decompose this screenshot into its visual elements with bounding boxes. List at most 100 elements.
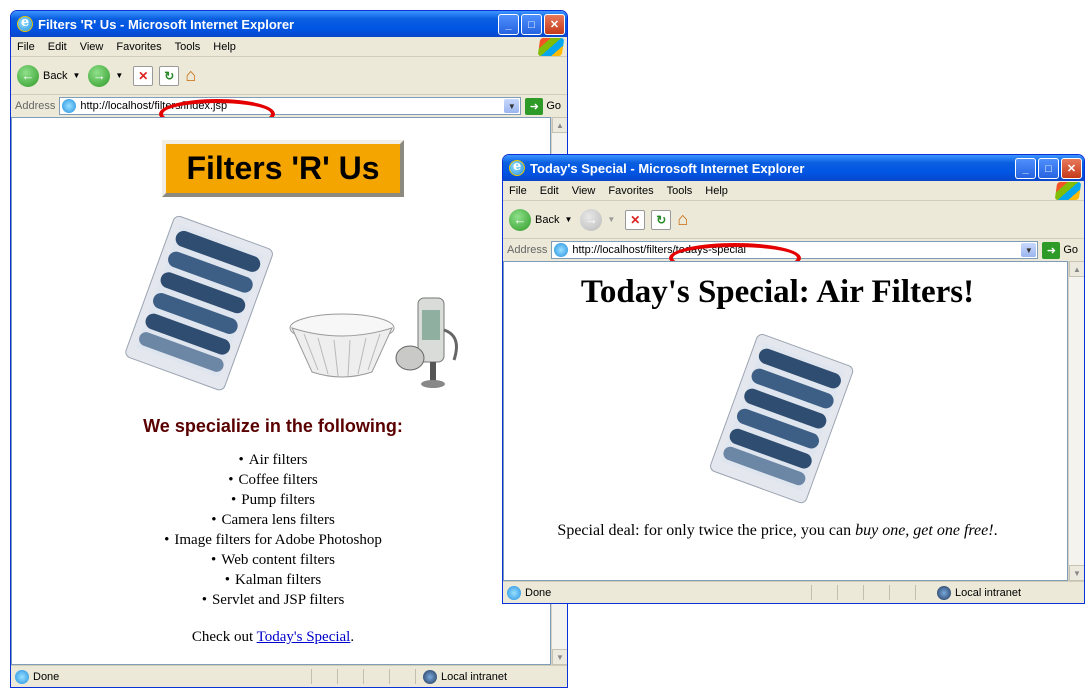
menu-favorites[interactable]: Favorites	[116, 41, 161, 53]
forward-arrow-icon[interactable]: →	[88, 64, 111, 87]
status-divider	[889, 585, 890, 600]
checkout-line: Check out Today's Special.	[12, 629, 534, 646]
back-dropdown-icon[interactable]: ▼	[564, 215, 572, 224]
address-label: Address	[507, 244, 548, 256]
address-dropdown-icon[interactable]: ▼	[1021, 243, 1037, 257]
maximize-button[interactable]: □	[1038, 158, 1059, 179]
window-title: Today's Special - Microsoft Internet Exp…	[530, 160, 805, 176]
menu-file[interactable]: File	[509, 185, 527, 197]
menu-help[interactable]: Help	[705, 185, 728, 197]
menu-view[interactable]: View	[572, 185, 596, 197]
status-text: Done	[33, 670, 60, 683]
status-divider	[915, 585, 916, 600]
close-button[interactable]: ✕	[1061, 158, 1082, 179]
menu-tools[interactable]: Tools	[175, 41, 201, 53]
page-icon	[507, 585, 521, 600]
list-item: Web content filters	[12, 550, 534, 570]
browser-window-filters: Filters 'R' Us - Microsoft Internet Expl…	[10, 10, 568, 688]
checkout-prefix: Check out	[191, 629, 254, 645]
forward-dropdown-icon[interactable]: ▼	[607, 215, 615, 224]
specialties-heading: We specialize in the following:	[143, 416, 403, 436]
status-bar: Done Local intranet	[503, 581, 1084, 603]
go-button[interactable]: ➜ Go	[525, 97, 561, 115]
go-button[interactable]: ➜ Go	[1042, 241, 1078, 259]
go-label: Go	[546, 100, 561, 112]
page-icon	[15, 669, 29, 684]
back-arrow-icon[interactable]: ←	[17, 64, 39, 87]
address-input[interactable]: http://localhost/filters/index.jsp ▼	[59, 97, 522, 115]
list-item: Servlet and JSP filters	[12, 590, 534, 610]
home-icon[interactable]: ⌂	[185, 65, 196, 86]
minimize-button[interactable]: _	[498, 14, 519, 35]
status-divider	[389, 669, 390, 684]
browser-window-todays-special: Today's Special - Microsoft Internet Exp…	[502, 154, 1085, 604]
title-bar[interactable]: Filters 'R' Us - Microsoft Internet Expl…	[11, 11, 567, 37]
list-item: Pump filters	[12, 490, 534, 510]
forward-arrow-icon[interactable]: →	[580, 208, 603, 231]
stop-icon[interactable]: ✕	[133, 65, 154, 86]
toolbar: ← Back ▼ → ▼ ✕ ↻ ⌂	[11, 57, 567, 95]
scroll-down-icon[interactable]: ▼	[552, 649, 567, 665]
zone-label: Local intranet	[441, 671, 508, 683]
home-icon[interactable]: ⌂	[677, 209, 688, 230]
menu-edit[interactable]: Edit	[48, 41, 67, 53]
scroll-up-icon[interactable]: ▲	[1069, 261, 1084, 277]
scroll-down-icon[interactable]: ▼	[1069, 565, 1084, 581]
intranet-globe-icon	[937, 586, 951, 600]
back-dropdown-icon[interactable]: ▼	[72, 71, 80, 80]
air-filter-image	[125, 215, 273, 391]
address-dropdown-icon[interactable]: ▼	[504, 99, 520, 113]
coffee-filter-image	[289, 313, 395, 378]
windows-flag-icon	[1054, 182, 1082, 200]
menu-file[interactable]: File	[17, 41, 35, 53]
menu-edit[interactable]: Edit	[540, 185, 559, 197]
deal-emphasis: buy one, get one free!	[855, 522, 994, 539]
minimize-button[interactable]: _	[1015, 158, 1036, 179]
menu-bar: File Edit View Favorites Tools Help	[503, 181, 1084, 201]
ie-icon	[17, 15, 33, 32]
menu-bar: File Edit View Favorites Tools Help	[11, 37, 567, 57]
zone-label: Local intranet	[955, 587, 1022, 599]
toolbar: ← Back ▼ → ▼ ✕ ↻ ⌂	[503, 201, 1084, 239]
checkout-suffix: .	[350, 629, 355, 645]
menu-tools[interactable]: Tools	[667, 185, 693, 197]
menu-favorites[interactable]: Favorites	[608, 185, 653, 197]
status-divider	[863, 585, 864, 600]
go-arrow-icon: ➜	[1042, 241, 1061, 259]
todays-special-link[interactable]: Today's Special	[257, 629, 351, 645]
refresh-icon[interactable]: ↻	[159, 65, 180, 86]
title-bar[interactable]: Today's Special - Microsoft Internet Exp…	[503, 155, 1084, 181]
back-button-label[interactable]: Back	[535, 214, 559, 226]
stop-icon[interactable]: ✕	[625, 209, 646, 230]
page-icon	[62, 99, 77, 113]
air-filter-image	[710, 333, 854, 504]
deal-prefix: Special deal: for only twice the price, …	[557, 522, 852, 539]
intranet-globe-icon	[423, 670, 437, 684]
specialties-list: Air filters Coffee filters Pump filters …	[12, 450, 534, 610]
forward-dropdown-icon[interactable]: ▼	[115, 71, 123, 80]
status-divider	[415, 669, 416, 684]
go-arrow-icon: ➜	[525, 97, 544, 115]
list-item: Camera lens filters	[12, 510, 534, 530]
address-bar: Address http://localhost/filters/index.j…	[11, 95, 567, 117]
refresh-icon[interactable]: ↻	[651, 209, 672, 230]
security-zone: Local intranet	[423, 670, 507, 684]
page-icon	[554, 243, 569, 257]
list-item: Coffee filters	[12, 470, 534, 490]
page-content: Filters 'R' Us We specialize in the foll…	[11, 117, 551, 665]
ie-icon	[509, 159, 525, 176]
back-arrow-icon[interactable]: ←	[509, 208, 531, 231]
window-title: Filters 'R' Us - Microsoft Internet Expl…	[38, 16, 295, 32]
status-divider	[811, 585, 812, 600]
list-item: Kalman filters	[12, 570, 534, 590]
close-button[interactable]: ✕	[544, 14, 565, 35]
status-divider	[337, 669, 338, 684]
menu-help[interactable]: Help	[213, 41, 236, 53]
logo-text: Filters 'R' Us	[186, 150, 380, 186]
maximize-button[interactable]: □	[521, 14, 542, 35]
vertical-scrollbar[interactable]: ▲ ▼	[1068, 261, 1084, 581]
status-text: Done	[525, 586, 552, 599]
back-button-label[interactable]: Back	[43, 70, 67, 82]
scroll-up-icon[interactable]: ▲	[552, 117, 567, 133]
menu-view[interactable]: View	[80, 41, 104, 53]
